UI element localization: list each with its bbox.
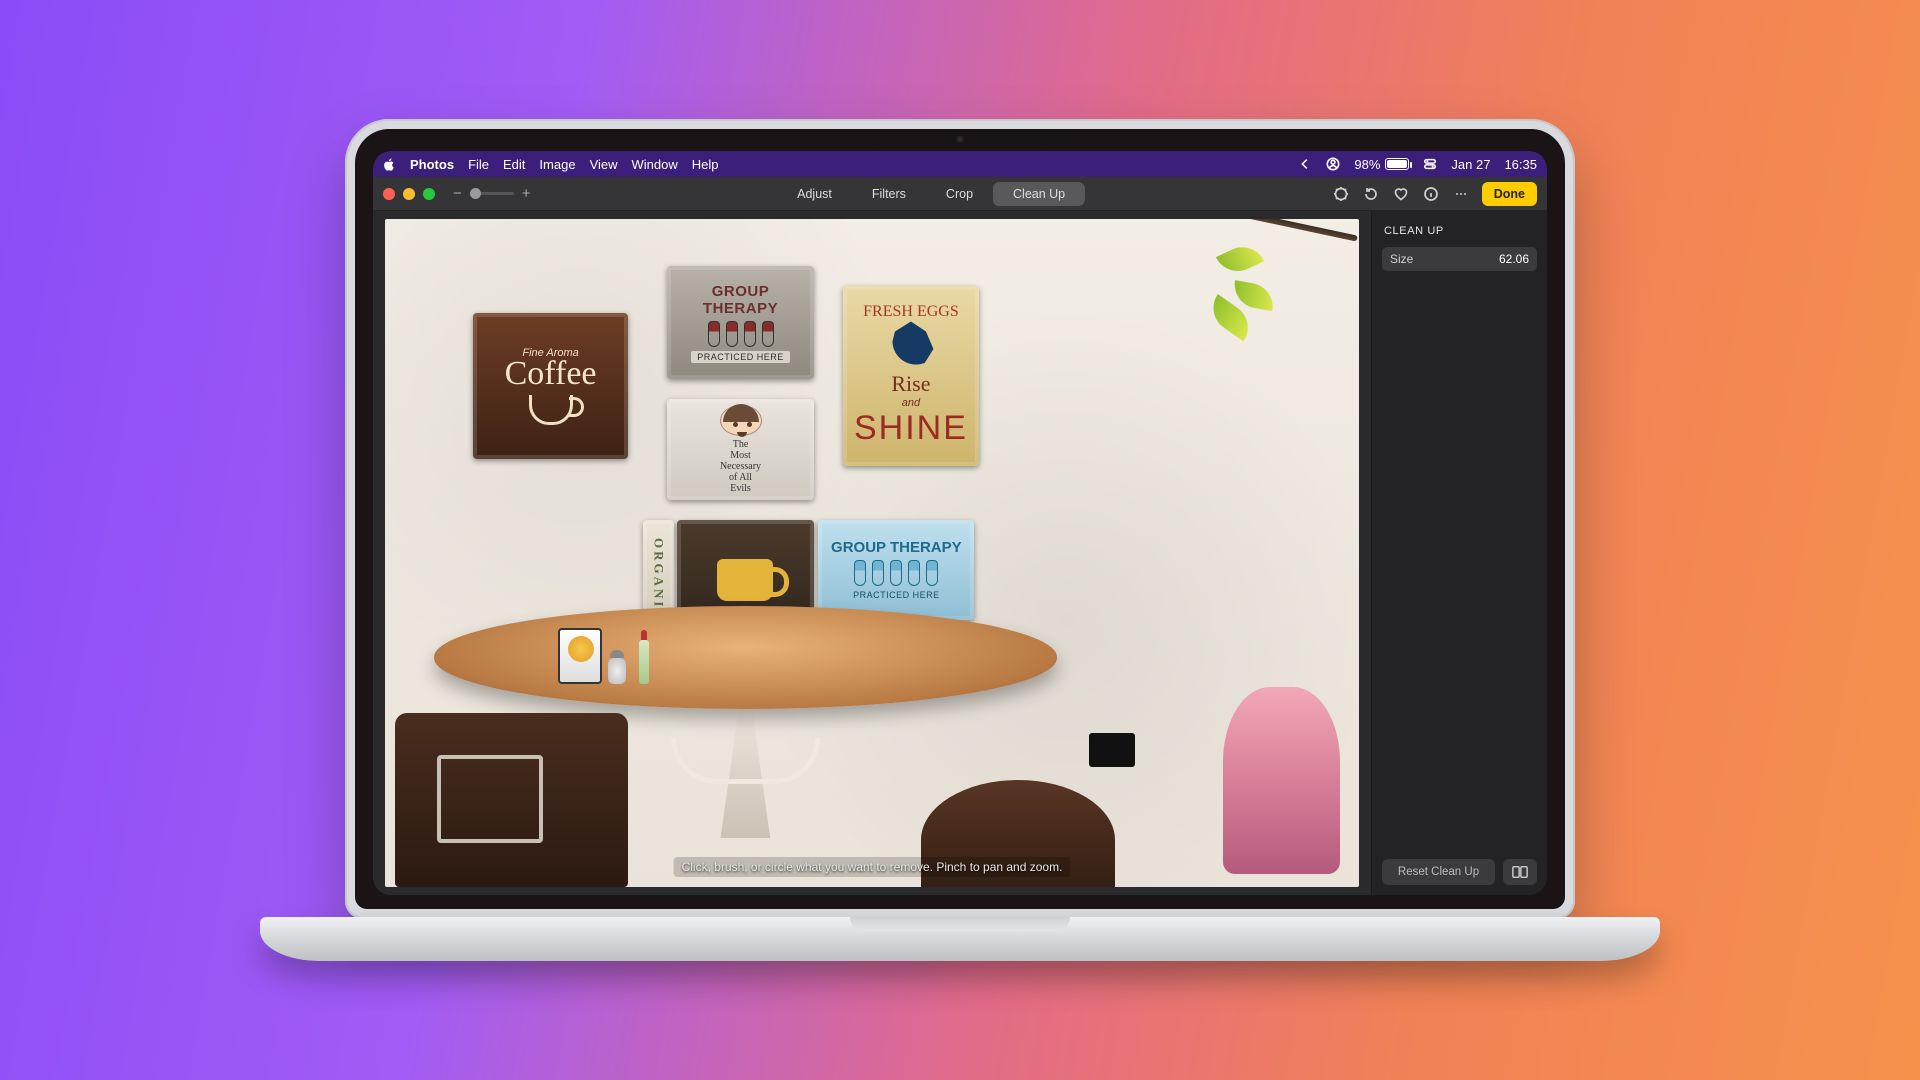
auto-enhance-icon[interactable] — [1332, 185, 1350, 203]
photo-sign-group-therapy-2: GROUP THERAPY PRACTICED HERE — [818, 520, 974, 620]
control-center-icon[interactable] — [1423, 157, 1437, 171]
laptop-hinge-notch — [850, 917, 1070, 931]
chevron-left-icon[interactable] — [1298, 157, 1312, 171]
woman-face-icon — [720, 405, 762, 435]
zoom-in-icon[interactable]: + — [522, 185, 531, 202]
apple-menu-icon[interactable] — [383, 158, 396, 171]
info-icon[interactable] — [1422, 185, 1440, 203]
laptop-bezel: Photos File Edit Image View Window Help … — [355, 129, 1565, 909]
display-notch — [870, 129, 1050, 147]
screen: Photos File Edit Image View Window Help … — [373, 151, 1547, 895]
menubar-right: 98% Jan 27 16:35 — [1298, 157, 1537, 172]
photo-salt-shaker — [608, 658, 626, 684]
menubar-left: Photos File Edit Image View Window Help — [383, 157, 719, 172]
workspace: Fine Aroma Coffee GROUP THERAPY PRACTICE… — [373, 211, 1547, 895]
photo-wall-outlet — [1089, 733, 1135, 767]
photo-sign-evils: The Most Necessary of All Evils — [667, 399, 813, 499]
photo-tabletop — [434, 606, 1057, 708]
done-button[interactable]: Done — [1482, 182, 1537, 206]
more-icon[interactable] — [1452, 185, 1470, 203]
favorite-heart-icon[interactable] — [1392, 185, 1410, 203]
menubar-date[interactable]: Jan 27 — [1451, 157, 1490, 172]
photo-menu-card — [558, 628, 602, 684]
menu-help[interactable]: Help — [692, 157, 719, 172]
tab-filters[interactable]: Filters — [852, 182, 926, 206]
tab-clean-up[interactable]: Clean Up — [993, 182, 1085, 206]
sign-eggs-and: and — [902, 397, 920, 409]
edit-mode-tabs: Adjust Filters Crop Clean Up — [541, 182, 1322, 206]
photo-chair-left — [395, 713, 629, 887]
compare-original-button[interactable] — [1503, 859, 1537, 885]
sign-gt2-title: GROUP THERAPY — [831, 539, 962, 556]
menu-window[interactable]: Window — [632, 157, 678, 172]
sign-eggs-top: FRESH EGGS — [863, 303, 959, 321]
wine-glasses-icon-2 — [854, 560, 938, 586]
menu-view[interactable]: View — [590, 157, 618, 172]
brush-size-row[interactable]: Size 62.06 — [1382, 247, 1537, 271]
fullscreen-window-button[interactable] — [423, 188, 435, 200]
sign-evils-text: The Most Necessary of All Evils — [720, 439, 761, 494]
menubar-app-name[interactable]: Photos — [410, 157, 454, 172]
panel-footer: Reset Clean Up — [1382, 859, 1537, 885]
panel-title: CLEAN UP — [1384, 225, 1535, 237]
menu-image[interactable]: Image — [539, 157, 575, 172]
battery-percent: 98% — [1354, 157, 1380, 172]
titlebar-tools: Done — [1332, 182, 1537, 206]
photo-canvas[interactable]: Fine Aroma Coffee GROUP THERAPY PRACTICE… — [385, 219, 1359, 887]
photo-sign-fresh-eggs: FRESH EGGS Rise and SHINE — [843, 286, 979, 466]
photo-sign-group-therapy: GROUP THERAPY PRACTICED HERE — [667, 266, 813, 380]
battery-icon — [1385, 158, 1409, 170]
rooster-icon — [886, 321, 936, 371]
zoom-track[interactable] — [470, 192, 514, 195]
sign-eggs-rise: Rise — [891, 371, 930, 397]
menu-edit[interactable]: Edit — [503, 157, 525, 172]
photos-window: − + Adjust Filters Crop Clean Up — [373, 177, 1547, 895]
sign-gt-title: GROUP THERAPY — [673, 283, 807, 317]
photo-table-scroll — [671, 738, 821, 783]
laptop-mockup: Photos File Edit Image View Window Help … — [345, 119, 1575, 961]
sign-gt2-sub: PRACTICED HERE — [853, 590, 940, 600]
canvas-area: Fine Aroma Coffee GROUP THERAPY PRACTICE… — [373, 211, 1371, 895]
menubar-time[interactable]: 16:35 — [1504, 157, 1537, 172]
tab-adjust[interactable]: Adjust — [777, 182, 852, 206]
cleanup-hint-text: Click, brush, or circle what you want to… — [674, 857, 1071, 877]
cleanup-panel: CLEAN UP Size 62.06 Reset Clean Up — [1371, 211, 1547, 895]
rotate-icon[interactable] — [1362, 185, 1380, 203]
macos-menubar: Photos File Edit Image View Window Help … — [373, 151, 1547, 177]
zoom-slider[interactable]: − + — [453, 185, 531, 202]
sign-coffee-main: Coffee — [505, 359, 597, 390]
photo-sign-coffee: Fine Aroma Coffee — [473, 313, 629, 460]
brush-size-label: Size — [1390, 252, 1413, 266]
laptop-base — [260, 917, 1660, 961]
mug-icon — [717, 559, 773, 601]
brush-size-value: 62.06 — [1499, 252, 1529, 266]
wine-glasses-icon — [708, 321, 774, 347]
photo-chair-pink — [1223, 687, 1340, 874]
camera-dot — [956, 135, 964, 143]
coffee-cup-icon — [529, 395, 573, 425]
traffic-lights — [383, 188, 435, 200]
photo-hot-sauce — [639, 640, 649, 684]
sign-gt-sub: PRACTICED HERE — [691, 351, 790, 363]
close-window-button[interactable] — [383, 188, 395, 200]
laptop-lid: Photos File Edit Image View Window Help … — [345, 119, 1575, 919]
battery-status[interactable]: 98% — [1354, 157, 1409, 172]
zoom-out-icon[interactable]: − — [453, 185, 462, 202]
tab-crop[interactable]: Crop — [926, 182, 993, 206]
zoom-thumb[interactable] — [470, 188, 481, 199]
reset-cleanup-button[interactable]: Reset Clean Up — [1382, 859, 1495, 885]
user-account-icon[interactable] — [1326, 157, 1340, 171]
window-titlebar: − + Adjust Filters Crop Clean Up — [373, 177, 1547, 211]
minimize-window-button[interactable] — [403, 188, 415, 200]
photo-leaves — [1181, 246, 1301, 346]
sign-eggs-shine: SHINE — [854, 409, 968, 448]
menu-file[interactable]: File — [468, 157, 489, 172]
